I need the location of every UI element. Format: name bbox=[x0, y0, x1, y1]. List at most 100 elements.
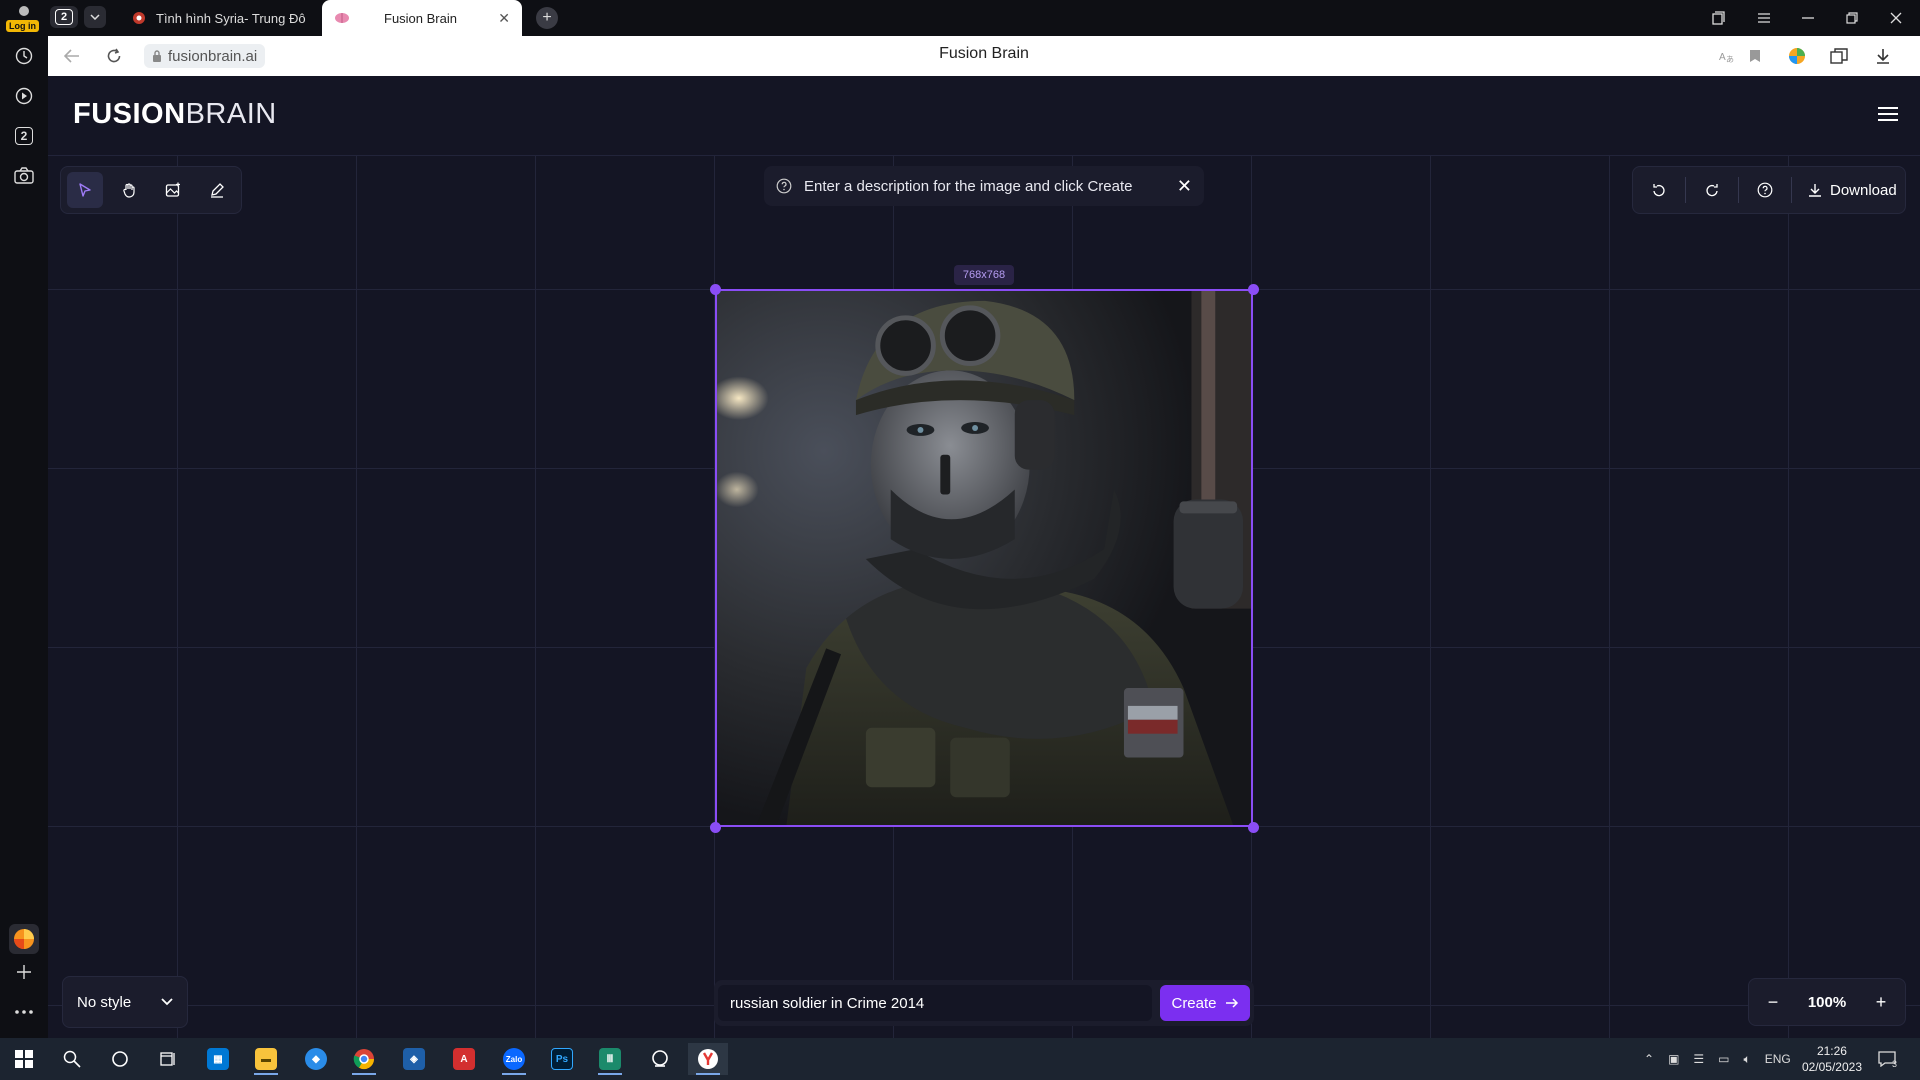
canvas-actions: Download bbox=[1632, 166, 1906, 214]
running-indicator bbox=[598, 1073, 622, 1075]
zalo-app[interactable]: Zalo bbox=[494, 1043, 534, 1075]
clock-time: 21:26 bbox=[1816, 1044, 1847, 1058]
more-icon bbox=[15, 1010, 33, 1014]
bookmark-icon bbox=[1750, 50, 1760, 62]
chart-app[interactable]: Ⅲ bbox=[590, 1043, 630, 1075]
svg-text:A: A bbox=[1719, 52, 1726, 63]
close-window-button[interactable] bbox=[1874, 0, 1918, 36]
blue-app[interactable]: ◆ bbox=[296, 1043, 336, 1075]
reload-button[interactable] bbox=[102, 44, 126, 68]
history-button[interactable] bbox=[12, 44, 36, 68]
help-button[interactable] bbox=[1747, 172, 1783, 208]
volume-tray-icon[interactable]: 🔈︎ bbox=[1744, 1052, 1751, 1067]
running-indicator bbox=[696, 1073, 720, 1075]
plus-icon bbox=[17, 965, 31, 979]
camera-icon bbox=[14, 167, 34, 184]
network-tray-icon[interactable]: ▭ bbox=[1718, 1052, 1729, 1066]
undo-button[interactable] bbox=[1641, 172, 1677, 208]
windows-logo-icon bbox=[15, 1050, 33, 1068]
add-image-tool-button[interactable] bbox=[155, 172, 191, 208]
download-button[interactable]: Download bbox=[1800, 182, 1897, 199]
pencil-icon bbox=[211, 183, 224, 198]
shield-app[interactable]: ◈ bbox=[394, 1043, 434, 1075]
sidebar-more-button[interactable] bbox=[12, 1000, 36, 1024]
language-indicator[interactable]: ENG bbox=[1765, 1052, 1791, 1066]
translate-button[interactable]: Aあ bbox=[1716, 45, 1738, 67]
resize-handle-top-left[interactable] bbox=[710, 284, 721, 295]
tabs-button[interactable]: 2 bbox=[12, 124, 36, 148]
fusion-brain-logo[interactable]: FUSIONBRAIN bbox=[73, 98, 277, 131]
notification-center-button[interactable]: 3 bbox=[1878, 1038, 1897, 1080]
yandex-browser-app[interactable] bbox=[688, 1043, 728, 1075]
tab-list-button[interactable] bbox=[84, 6, 106, 28]
ime-tray-icon[interactable]: ☰ bbox=[1693, 1052, 1704, 1066]
chrome-icon bbox=[353, 1049, 375, 1070]
system-tray: ⌃ ▣ ☰ ▭ 🔈︎ ENG bbox=[1644, 1038, 1791, 1080]
collections-addr-button[interactable] bbox=[1828, 45, 1850, 67]
close-tab-icon[interactable]: ✕ bbox=[498, 10, 510, 27]
browser-menu-button[interactable] bbox=[1742, 0, 1786, 36]
tab-count-button[interactable]: 2 bbox=[50, 6, 78, 28]
new-tab-button[interactable]: + bbox=[536, 7, 558, 29]
create-label: Create bbox=[1171, 994, 1217, 1012]
start-button[interactable] bbox=[4, 1043, 44, 1075]
downloads-button[interactable] bbox=[1872, 45, 1894, 67]
hand-tool-button[interactable] bbox=[111, 172, 147, 208]
generated-image-frame[interactable] bbox=[715, 289, 1253, 827]
store-icon: ▦ bbox=[207, 1048, 229, 1070]
hint-banner: Enter a description for the image and cl… bbox=[764, 166, 1204, 206]
resize-handle-bottom-right[interactable] bbox=[1248, 822, 1259, 833]
resize-handle-top-right[interactable] bbox=[1248, 284, 1259, 295]
app-globe-icon bbox=[652, 1050, 668, 1067]
globe-app[interactable] bbox=[640, 1043, 680, 1075]
prompt-input[interactable] bbox=[718, 985, 1152, 1021]
cortana-button[interactable] bbox=[100, 1043, 140, 1075]
arrow-right-icon bbox=[1225, 998, 1238, 1008]
create-button[interactable]: Create bbox=[1160, 985, 1250, 1021]
clock[interactable]: 21:26 02/05/2023 bbox=[1802, 1043, 1862, 1075]
style-select[interactable]: No style bbox=[62, 976, 188, 1028]
url-field[interactable]: fusionbrain.ai bbox=[144, 44, 266, 68]
bookmark-button[interactable] bbox=[1744, 45, 1766, 67]
download-icon bbox=[1809, 184, 1821, 197]
close-hint-icon[interactable]: ✕ bbox=[1177, 176, 1192, 197]
photoshop-app[interactable]: Ps bbox=[542, 1043, 582, 1075]
redo-button[interactable] bbox=[1694, 172, 1730, 208]
chart-app-icon: Ⅲ bbox=[599, 1048, 621, 1070]
restore-button[interactable] bbox=[1830, 0, 1874, 36]
chevron-down-icon bbox=[90, 14, 100, 20]
media-button[interactable] bbox=[12, 84, 36, 108]
clock-date: 02/05/2023 bbox=[1801, 1060, 1862, 1074]
zoom-in-button[interactable]: + bbox=[1869, 992, 1893, 1013]
zoom-out-button[interactable]: − bbox=[1761, 992, 1785, 1013]
minimize-button[interactable] bbox=[1786, 0, 1830, 36]
resize-handle-bottom-left[interactable] bbox=[710, 822, 721, 833]
task-view-button[interactable] bbox=[148, 1043, 188, 1075]
file-explorer-app[interactable]: ▬ bbox=[246, 1043, 286, 1075]
back-button[interactable] bbox=[60, 44, 84, 68]
taskbar-search-button[interactable] bbox=[52, 1043, 92, 1075]
app-header: FUSIONBRAIN bbox=[48, 76, 1920, 156]
security-tray-icon[interactable]: ▣ bbox=[1668, 1052, 1679, 1066]
chrome-app[interactable] bbox=[344, 1043, 384, 1075]
store-app[interactable]: ▦ bbox=[198, 1043, 238, 1075]
app-orange-icon bbox=[14, 929, 34, 949]
add-sidebar-app-button[interactable] bbox=[12, 960, 36, 984]
screenshot-button[interactable] bbox=[12, 164, 36, 188]
eraser-tool-button[interactable] bbox=[199, 172, 235, 208]
select-tool-button[interactable] bbox=[67, 172, 103, 208]
url-text: fusionbrain.ai bbox=[168, 47, 258, 65]
login-badge[interactable]: Log in bbox=[6, 20, 39, 32]
app-menu-button[interactable] bbox=[1876, 104, 1900, 124]
collections-button[interactable] bbox=[1696, 0, 1740, 36]
cortana-icon bbox=[112, 1051, 128, 1067]
tray-overflow-icon[interactable]: ⌃ bbox=[1644, 1052, 1654, 1066]
extension-button[interactable] bbox=[1786, 45, 1808, 67]
tab-syria[interactable]: Tình hình Syria- Trung Đôn bbox=[120, 0, 322, 36]
profile-button[interactable]: Log in bbox=[6, 4, 40, 32]
tab-fusion-brain[interactable]: Fusion Brain ✕ bbox=[322, 0, 522, 36]
sidebar-app-button[interactable] bbox=[9, 924, 39, 954]
windows-taskbar: ▦ ▬ ◆ ◈ A Zalo Ps Ⅲ ⌃ ▣ ☰ ▭ 🔈︎ ENG 21:26… bbox=[0, 1038, 1920, 1080]
acrobat-app[interactable]: A bbox=[444, 1043, 484, 1075]
redo-icon bbox=[1706, 184, 1718, 197]
